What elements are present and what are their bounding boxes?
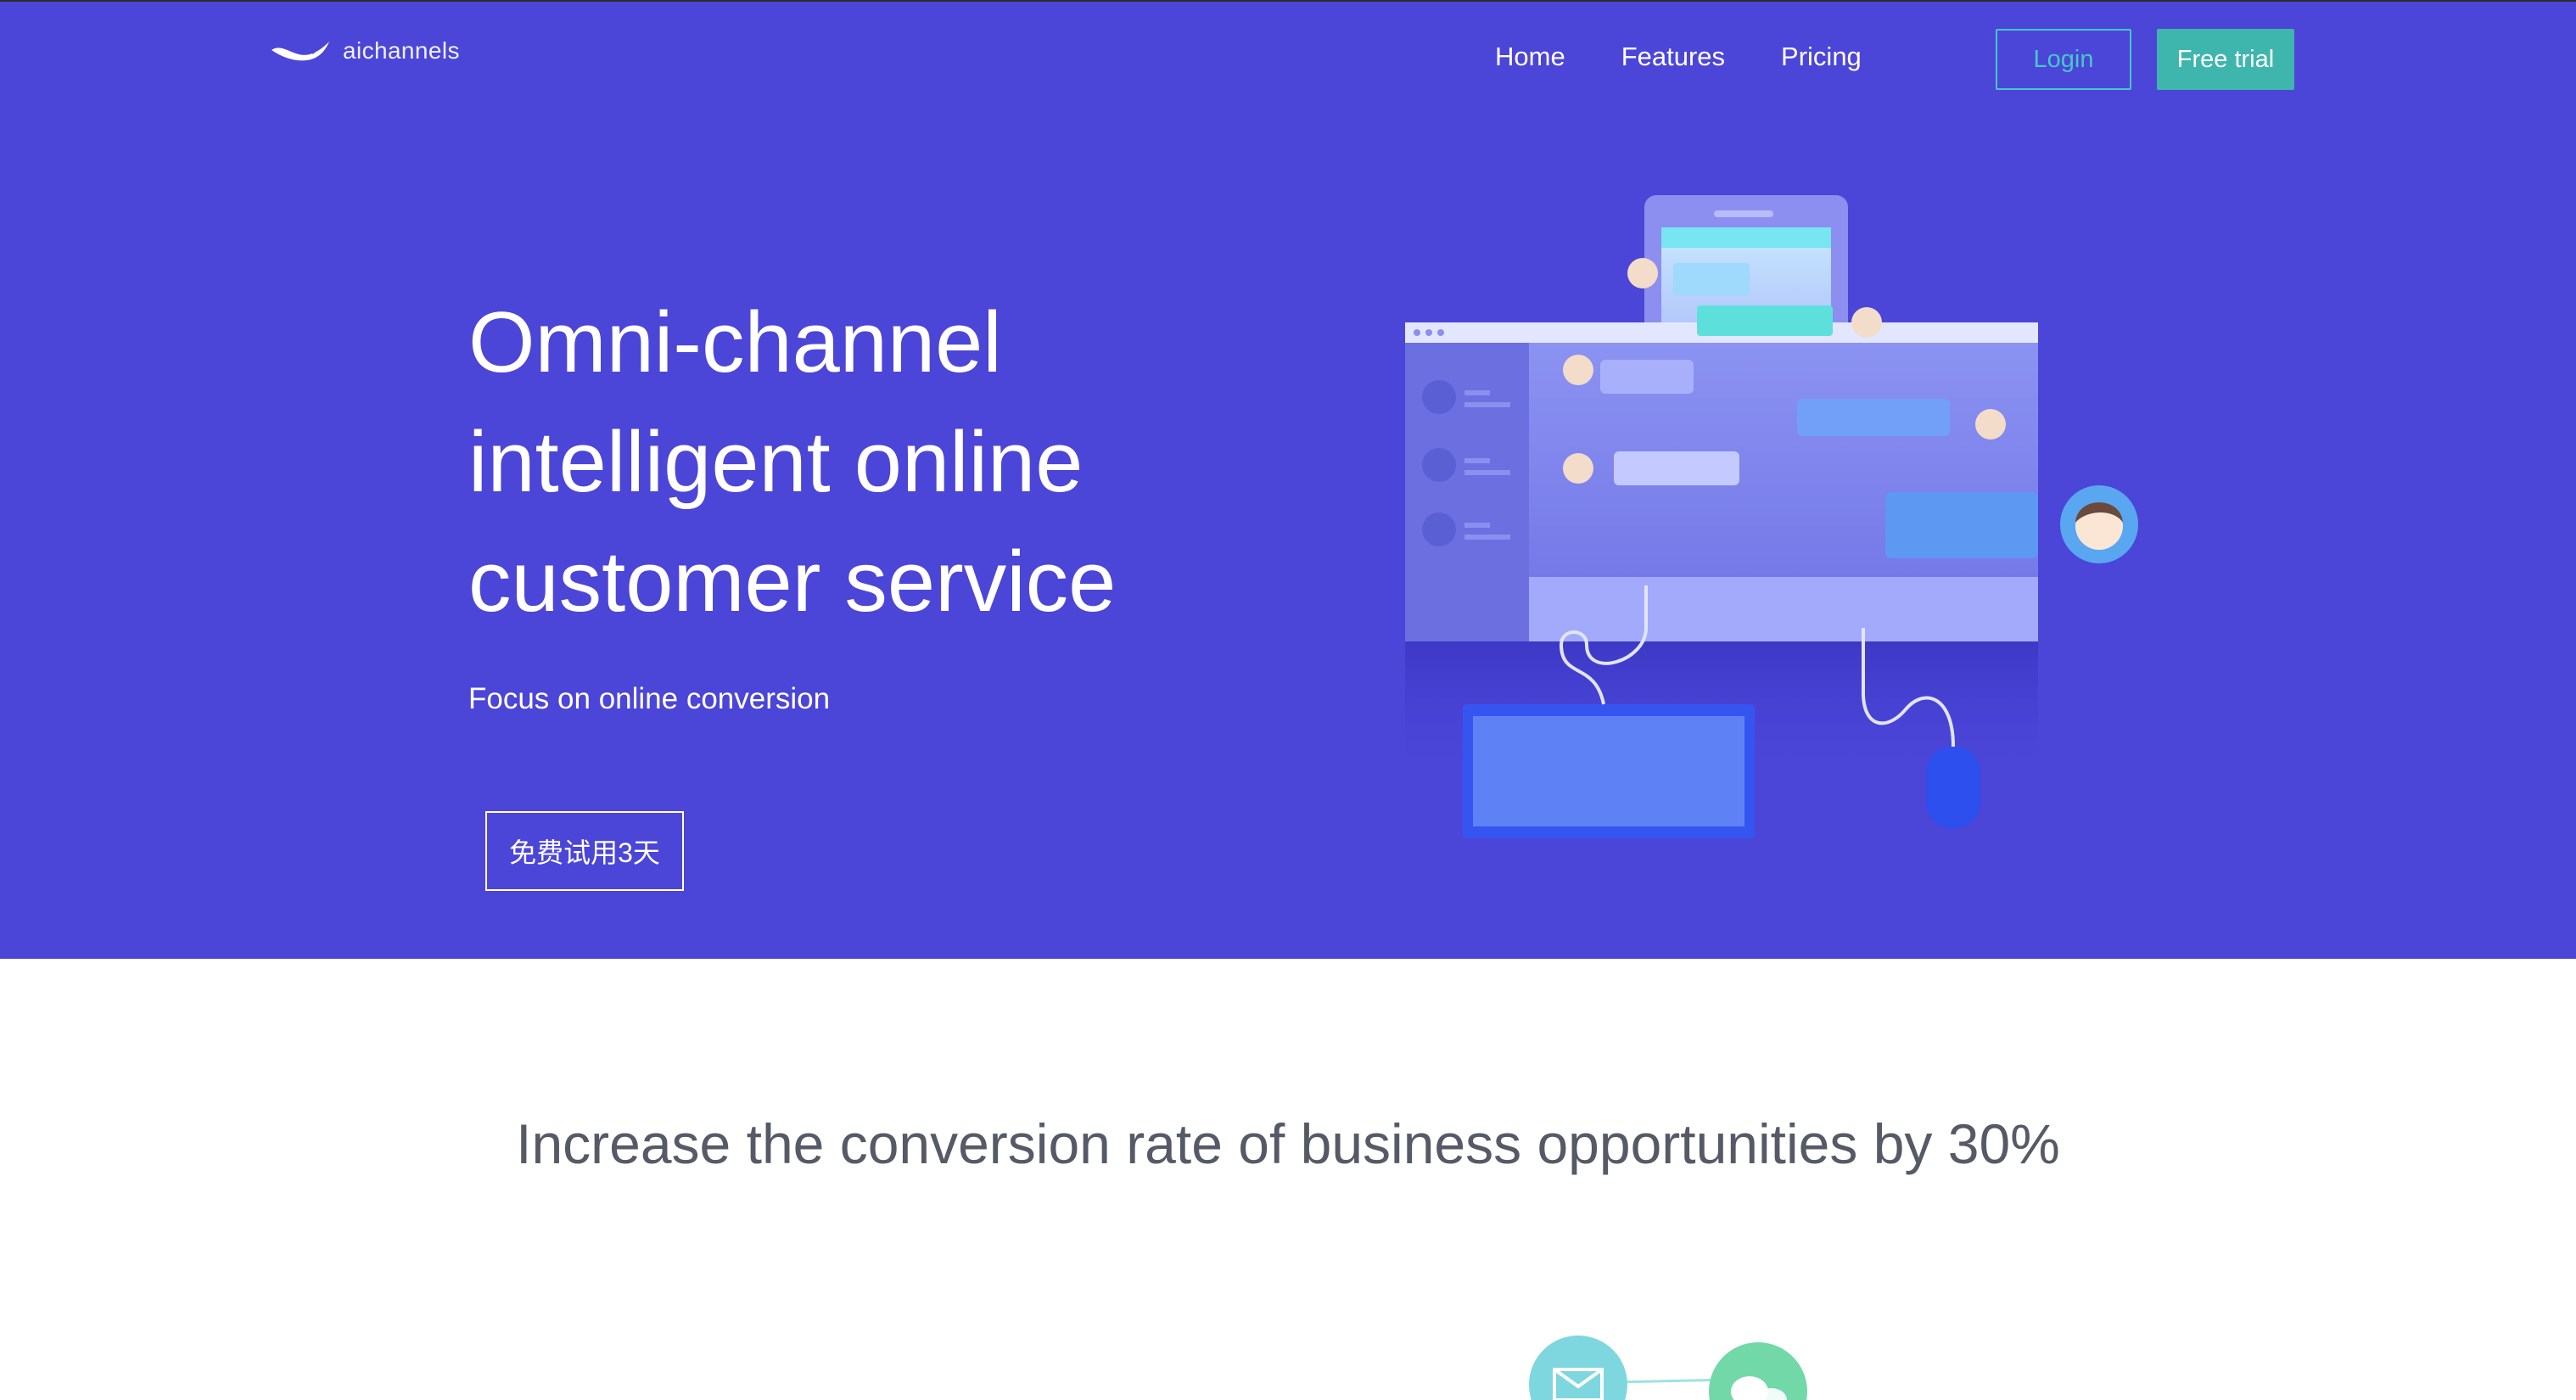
hero-title-line-1: Omni-channel [468,295,1002,390]
free-trial-cta-button[interactable]: 免费试用3天 [485,811,684,891]
sidebar-line [1464,523,1490,528]
sidebar-avatar [1422,448,1456,482]
mouse [1926,747,1980,828]
chat-avatar [1563,453,1593,484]
nav-home[interactable]: Home [1495,42,1565,72]
hero-title-line-3: customer service [468,535,1117,630]
channel-icons [1527,1332,1816,1400]
window-dot [1437,329,1444,336]
chat-avatar [1975,409,2006,440]
nav-features[interactable]: Features [1621,42,1725,72]
desktop-chat-illustration [1392,187,2155,891]
sidebar-line [1464,535,1510,540]
window-dot [1414,329,1420,336]
login-button[interactable]: Login [1996,29,2131,90]
chat-bubble [1697,305,1833,336]
phone-header-bar [1661,227,1831,248]
whale-icon [270,38,331,64]
sidebar-line [1464,458,1490,463]
phone-speaker [1714,210,1773,217]
sidebar-line [1464,470,1510,475]
sidebar-avatar [1422,512,1456,546]
hero-title-line-2: intelligent online [468,415,1084,510]
chat-bubble [1673,263,1750,295]
monitor-sidebar [1405,343,1529,641]
sidebar-avatar [1422,380,1456,414]
sidebar-line [1464,390,1490,395]
top-nav: Home Features Pricing [1495,34,1862,80]
chat-bubble [1614,451,1739,485]
chat-avatar [1563,355,1593,385]
chat-avatar [1851,307,1882,338]
keyboard-keys [1473,716,1744,826]
nav-pricing[interactable]: Pricing [1781,42,1862,72]
chat-bubble [1885,492,2038,558]
brand-logo[interactable]: aichannels [270,34,460,68]
chat-input-area [1529,577,2038,641]
browser-top-border [0,0,2576,2]
free-trial-button[interactable]: Free trial [2157,29,2294,90]
sidebar-line [1464,402,1510,407]
hero-subtitle: Focus on online conversion [468,682,831,715]
hero-section: aichannels Home Features Pricing Login F… [0,0,2576,959]
window-dot [1425,329,1432,336]
page: aichannels Home Features Pricing Login F… [0,0,2576,1400]
brand-name: aichannels [343,37,460,64]
chat-avatar [1627,258,1658,288]
chat-bubble [1797,399,1950,436]
chat-bubble [1600,360,1694,394]
hero-title: Omni-channel intelligent online customer… [468,283,1232,642]
conversion-headline: Increase the conversion rate of business… [516,1112,2060,1175]
